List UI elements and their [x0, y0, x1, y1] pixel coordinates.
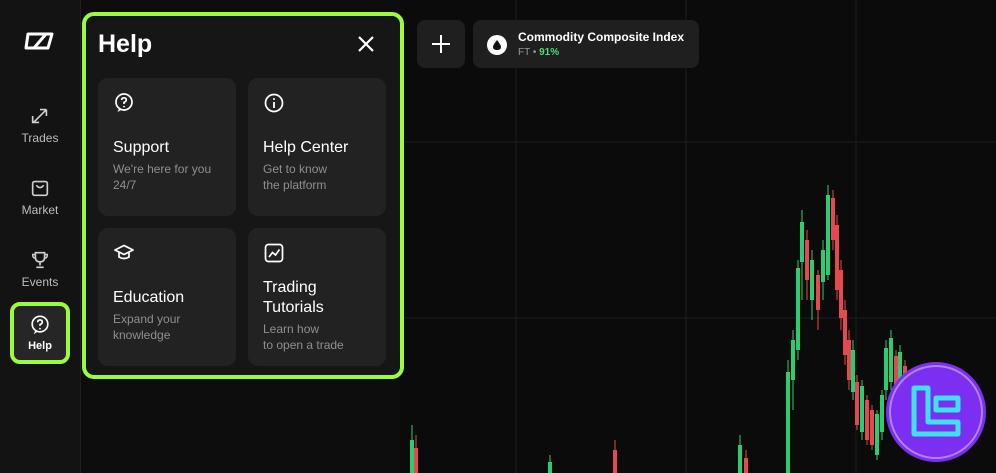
- candle-body: [831, 198, 835, 240]
- close-icon[interactable]: [356, 34, 376, 54]
- sidebar-item-help[interactable]: Help: [10, 302, 70, 364]
- drop-icon: [487, 35, 507, 55]
- card-title: Trading: [263, 279, 317, 296]
- card-desc: Get to know: [263, 162, 328, 176]
- candle-body: [875, 414, 879, 455]
- card-desc: Learn how: [263, 322, 320, 336]
- candle-body: [805, 240, 809, 280]
- sidebar-item-trades[interactable]: Trades: [10, 94, 70, 156]
- candle-body: [800, 222, 804, 262]
- candle-body: [855, 382, 859, 425]
- sidebar-item-label: Events: [21, 275, 59, 289]
- sidebar-item-label: Trades: [21, 131, 59, 145]
- candle-body: [744, 458, 748, 473]
- asset-payout: FT • 91%: [518, 47, 559, 58]
- card-desc: Expand your: [113, 312, 181, 326]
- candle-body: [839, 270, 843, 318]
- card-title: Education: [113, 289, 185, 306]
- candle-body: [843, 310, 847, 355]
- candle-body: [821, 250, 825, 282]
- candle-body: [835, 225, 839, 290]
- education-card[interactable]: Education Expand your knowledge: [98, 228, 236, 366]
- card-desc: the platform: [263, 178, 327, 192]
- candle-body: [851, 350, 855, 392]
- candle-body: [410, 440, 414, 473]
- help-title: Help: [98, 30, 153, 58]
- asset-selector[interactable]: Commodity Composite Index FT • 91%: [473, 20, 699, 68]
- sidebar-item-label: Help: [28, 340, 52, 352]
- card-desc: to open a trade: [263, 338, 344, 352]
- separator: •: [532, 47, 537, 58]
- candle-body: [786, 372, 790, 473]
- asset-ticker: FT: [518, 47, 531, 58]
- sidebar-item-market[interactable]: Market: [10, 166, 70, 228]
- candle-body: [613, 450, 617, 473]
- brand-logo-icon[interactable]: [24, 30, 56, 52]
- trading-tutorials-card[interactable]: Trading Tutorials Learn how to open a tr…: [248, 228, 386, 366]
- candle-body: [816, 275, 820, 310]
- candle-body: [548, 462, 552, 473]
- candle-body: [860, 386, 864, 432]
- card-desc: knowledge: [113, 328, 171, 342]
- help-center-card[interactable]: Help Center Get to know the platform: [248, 78, 386, 216]
- card-title: Help Center: [263, 139, 349, 156]
- candle-body: [880, 395, 884, 432]
- sidebar-item-label: Market: [21, 203, 59, 217]
- trophy-icon: [31, 251, 49, 269]
- candle-body: [870, 410, 874, 445]
- candle-body: [738, 445, 742, 473]
- market-bag-icon: [31, 180, 49, 197]
- watermark-logo: [886, 362, 986, 462]
- add-chart-button[interactable]: [417, 20, 465, 68]
- plus-icon: [432, 35, 450, 53]
- candle-body: [791, 340, 795, 380]
- help-panel: Help Support We're here for you 24/7 Hel…: [82, 12, 404, 379]
- trades-arrows-icon: [31, 108, 48, 124]
- card-title: Tutorials: [263, 299, 324, 316]
- candle-body: [865, 400, 869, 440]
- support-card[interactable]: Support We're here for you 24/7: [98, 78, 236, 216]
- chart-line-icon: [264, 243, 284, 263]
- card-title: Support: [113, 139, 170, 156]
- asset-name: Commodity Composite Index: [518, 30, 685, 44]
- candle-body: [810, 260, 814, 300]
- candle-body: [826, 195, 830, 275]
- candle-body: [796, 268, 800, 350]
- sidebar: Trades Market Events Help: [0, 0, 81, 473]
- watermark-logo-icon: [889, 365, 983, 459]
- support-question-icon: [115, 93, 133, 112]
- candle-body: [847, 340, 851, 380]
- graduation-cap-icon: [114, 244, 134, 260]
- card-desc: We're here for you: [113, 162, 212, 176]
- sidebar-item-events[interactable]: Events: [10, 238, 70, 300]
- info-icon: [264, 93, 284, 113]
- help-question-icon: [31, 315, 49, 335]
- candle-body: [414, 448, 418, 473]
- card-desc: 24/7: [113, 178, 137, 192]
- asset-percent: 91%: [539, 47, 560, 58]
